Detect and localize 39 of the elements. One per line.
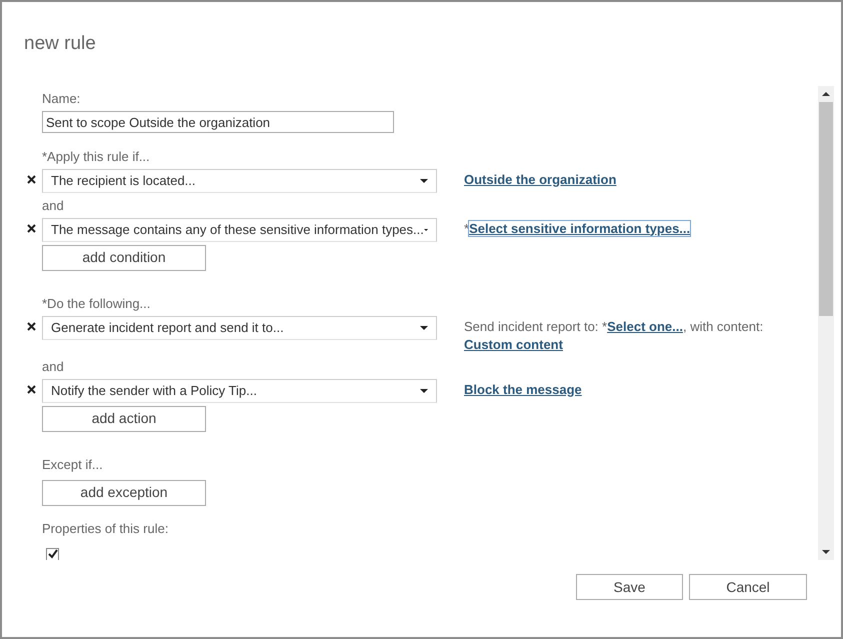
link[interactable]: Block the message xyxy=(464,382,582,396)
caret-icon xyxy=(420,326,428,330)
section-label: *Apply this rule if... xyxy=(42,148,151,166)
dropdown[interactable]: Generate incident report and send it to... xyxy=(42,316,437,340)
detail-text: Send incident report to: * xyxy=(464,318,608,334)
scrollbar[interactable] xyxy=(818,86,834,560)
scroll-down-icon[interactable] xyxy=(822,550,830,554)
link[interactable]: Select sensitive information types... xyxy=(469,220,690,236)
field-label: Name: xyxy=(42,90,82,108)
add-button[interactable]: add exception xyxy=(42,480,206,506)
connector-label: and xyxy=(42,358,65,376)
add-button[interactable]: add condition xyxy=(42,244,206,270)
caret-icon xyxy=(420,178,428,182)
checkmark-icon xyxy=(48,549,58,559)
caret-icon xyxy=(420,388,428,392)
section-label: *Do the following... xyxy=(42,294,152,312)
dropdown[interactable]: The recipient is located... xyxy=(42,168,437,192)
dialog-button[interactable]: Cancel xyxy=(689,574,807,600)
caret-icon xyxy=(424,228,428,232)
name-input-field[interactable]: Sent to scope Outside the organization xyxy=(42,111,394,133)
section-label: Except if... xyxy=(42,456,104,474)
detail-text: , with content: xyxy=(682,318,764,334)
scrollbar-thumb[interactable] xyxy=(819,102,833,316)
remove-icon[interactable] xyxy=(27,224,36,233)
remove-icon[interactable] xyxy=(27,385,36,394)
link[interactable]: Select one... xyxy=(607,318,683,334)
dropdown[interactable]: Notify the sender with a Policy Tip... xyxy=(42,378,437,402)
dialog-button[interactable]: Save xyxy=(576,574,683,600)
remove-icon[interactable] xyxy=(27,175,36,184)
link[interactable]: Custom content xyxy=(464,336,563,352)
dropdown[interactable]: The message contains any of these sensitive information types... xyxy=(42,218,437,242)
link[interactable]: Outside the organization xyxy=(464,172,616,186)
scroll-up-icon[interactable] xyxy=(822,92,830,96)
section-label: Properties of this rule: xyxy=(42,520,170,538)
dialog-title: new rule xyxy=(24,32,97,56)
connector-label: and xyxy=(42,196,65,214)
add-button[interactable]: add action xyxy=(42,406,206,432)
checkbox[interactable] xyxy=(46,548,59,560)
remove-icon[interactable] xyxy=(27,322,36,331)
